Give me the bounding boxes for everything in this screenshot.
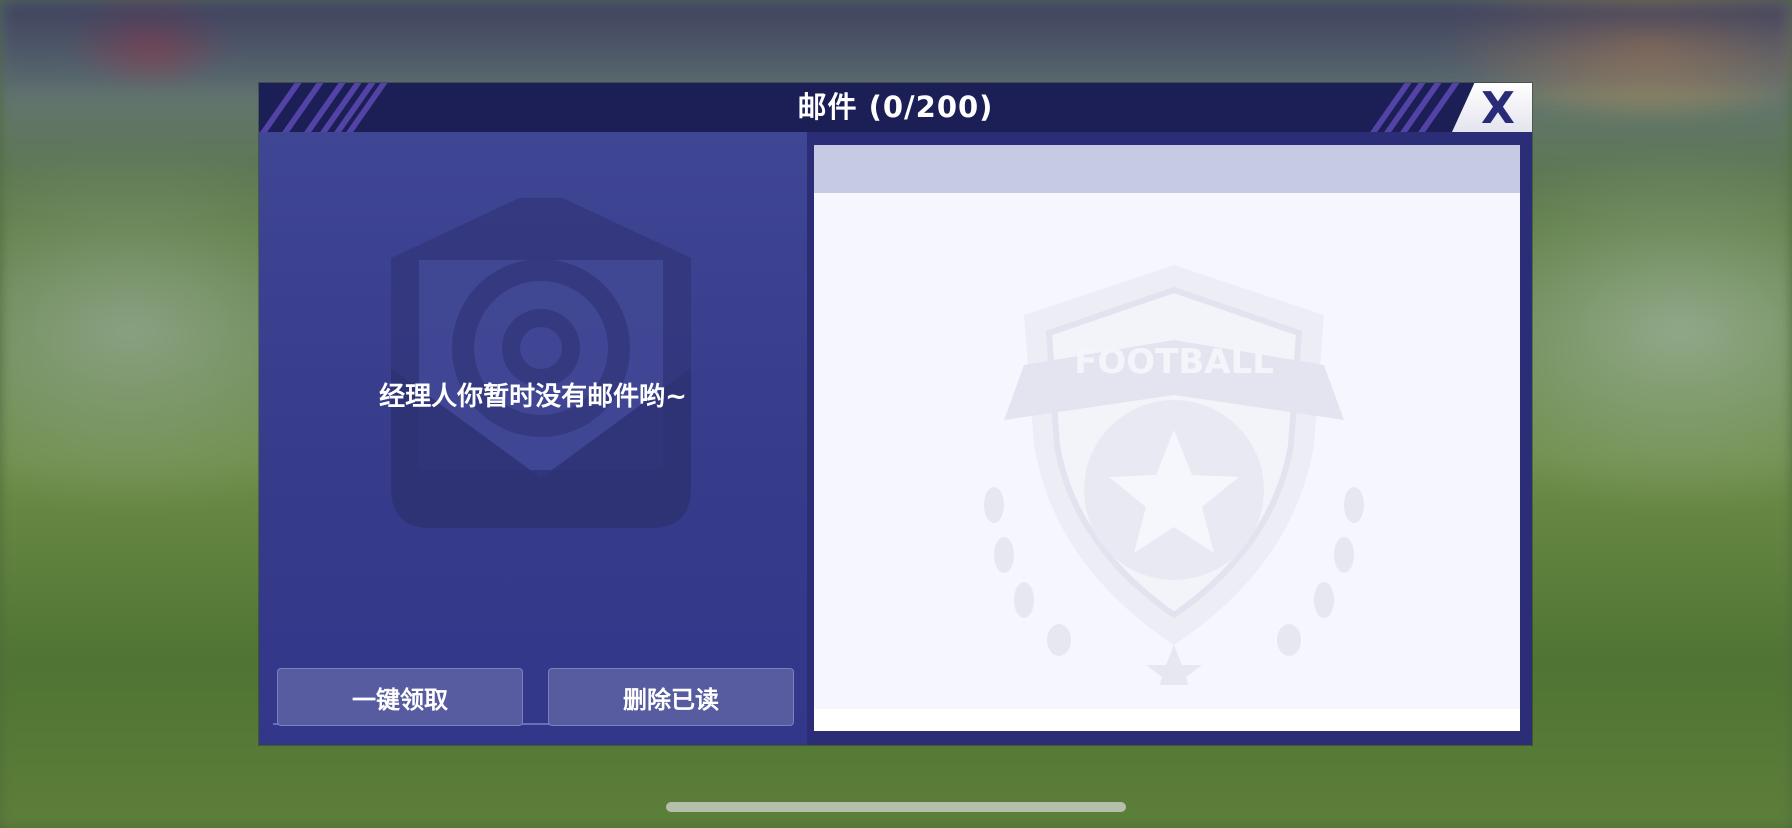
- svg-text:X: X: [1481, 86, 1515, 128]
- mail-detail-panel: FOOTBALL: [814, 145, 1520, 731]
- mail-detail-footer: [814, 709, 1520, 731]
- mail-detail-header: [814, 145, 1520, 193]
- football-emblem-icon: FOOTBALL: [984, 265, 1364, 685]
- svg-text:FOOTBALL: FOOTBALL: [1074, 342, 1274, 382]
- home-indicator[interactable]: [666, 802, 1126, 812]
- close-icon: X: [1481, 86, 1515, 128]
- delete-read-button[interactable]: 删除已读: [548, 668, 794, 726]
- mail-dialog: 邮件 (0/200) X 经理人你暂时没有邮件哟~ FOOTBALL: [259, 83, 1532, 745]
- mail-list-panel: 经理人你暂时没有邮件哟~: [259, 132, 807, 745]
- claim-all-button[interactable]: 一键领取: [277, 668, 523, 726]
- dialog-title: 邮件 (0/200): [797, 90, 994, 124]
- empty-mail-message: 经理人你暂时没有邮件哟~: [379, 382, 687, 412]
- dialog-title-bar: 邮件 (0/200) X: [259, 83, 1532, 132]
